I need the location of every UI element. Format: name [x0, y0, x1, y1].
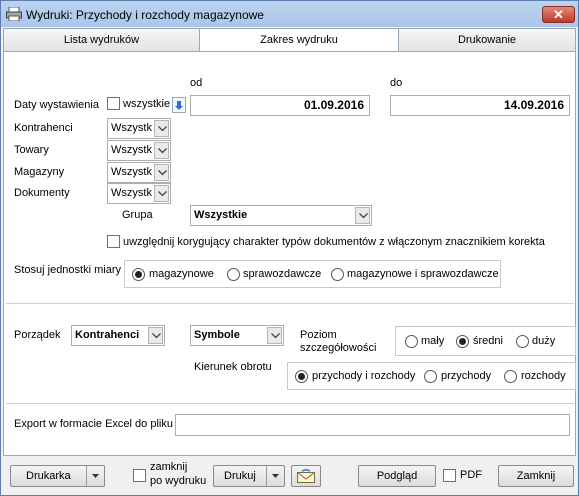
jednostki-label: Stosuj jednostki miary [14, 264, 121, 276]
dokumenty-value: Wszystk [111, 187, 152, 199]
kierunek-label: Kierunek obrotu [194, 361, 272, 373]
poziom-maly-label: mały [421, 335, 445, 347]
tab-zakres-wydruku[interactable]: Zakres wydruku [199, 28, 399, 53]
poziom-sredni-label: średni [473, 335, 503, 347]
close-button[interactable]: ✕ [542, 6, 575, 23]
zakres-panel: od do Daty wystawienia wszystkie 01.09.2… [3, 51, 576, 456]
grupa-select[interactable]: Wszystkie [190, 205, 372, 226]
porzadek-select[interactable]: Kontrahenci [71, 325, 165, 346]
date-to-header: do [390, 77, 403, 89]
jednostki-magazynowe-radio[interactable] [132, 268, 145, 281]
bottom-bar: Drukarka zamknij po wydruku Drukuj Podgl… [3, 458, 576, 495]
envelope-icon [297, 468, 315, 483]
towary-select[interactable]: Wszystk [107, 140, 171, 161]
title-bar: Wydruki: Przychody i rozchody magazynowe… [1, 1, 578, 27]
window-title: Wydruki: Przychody i rozchody magazynowe [26, 8, 264, 22]
date-to-field[interactable]: 14.09.2016 [390, 95, 570, 116]
magazyny-select[interactable]: Wszystk [107, 162, 171, 183]
porzadek-symbole-value: Symbole [194, 329, 240, 341]
tab-drukowanie[interactable]: Drukowanie [398, 28, 576, 52]
grupa-label: Grupa [122, 209, 153, 221]
zamknij-po-wydruku-checkbox[interactable] [133, 469, 146, 482]
separator [6, 403, 574, 404]
jednostki-sprawozdawcze-label: sprawozdawcze [243, 268, 322, 280]
dokumenty-label: Dokumenty [14, 187, 70, 199]
chevron-down-icon [355, 207, 370, 224]
drukarka-button[interactable]: Drukarka [10, 465, 105, 487]
poziom-sredni-radio[interactable] [456, 335, 469, 348]
arrow-down-icon [175, 101, 183, 110]
kontrahenci-value: Wszystk [111, 122, 152, 134]
poziom-maly-radio[interactable] [405, 335, 418, 348]
towary-value: Wszystk [111, 144, 152, 156]
printer-icon [6, 6, 22, 22]
dialog-window: Wydruki: Przychody i rozchody magazynowe… [0, 0, 579, 496]
korekta-label: uwzględnij korygujący charakter typów do… [123, 236, 545, 248]
jednostki-magazynowe-label: magazynowe [149, 268, 214, 280]
email-button[interactable] [291, 465, 321, 487]
date-from-field[interactable]: 01.09.2016 [190, 95, 370, 116]
caret-down-icon[interactable] [266, 466, 284, 486]
magazyny-label: Magazyny [14, 166, 65, 178]
caret-down-icon[interactable] [86, 466, 104, 486]
kierunek-oba-radio[interactable] [295, 370, 308, 383]
tab-strip: Lista wydruków Drukowanie Zakres wydruku [3, 28, 576, 53]
date-range-arrow-button[interactable] [172, 97, 186, 113]
drukuj-button[interactable]: Drukuj [213, 465, 285, 487]
zamknij-button[interactable]: Zamknij [498, 465, 574, 487]
chevron-down-icon [148, 327, 163, 344]
daty-label: Daty wystawienia [14, 99, 99, 111]
pdf-label: PDF [460, 469, 482, 481]
poziom-label-line2: szczegółowości [300, 342, 377, 354]
drukuj-label: Drukuj [224, 470, 256, 482]
porzadek-value: Kontrahenci [75, 329, 140, 341]
kierunek-rozchody-radio[interactable] [504, 370, 517, 383]
poziom-duzy-radio[interactable] [516, 335, 529, 348]
separator [6, 303, 574, 304]
export-label: Export w formacie Excel do pliku [14, 418, 173, 430]
zamknij-po-label-line2: po wydruku [150, 475, 207, 487]
grupa-value: Wszystkie [194, 209, 248, 221]
drukarka-label: Drukarka [26, 470, 71, 482]
porzadek-symbole-select[interactable]: Symbole [190, 325, 284, 346]
chevron-down-icon [154, 185, 169, 202]
jednostki-sprawozdawcze-radio[interactable] [227, 268, 240, 281]
towary-label: Towary [14, 144, 49, 156]
chevron-down-icon [154, 164, 169, 181]
jednostki-obie-radio[interactable] [331, 268, 344, 281]
kontrahenci-label: Kontrahenci [14, 122, 73, 134]
jednostki-group: magazynowe sprawozdawcze magazynowe i sp… [124, 260, 501, 288]
zamknij-po-label-line1: zamknij [150, 461, 188, 473]
poziom-duzy-label: duży [532, 335, 556, 347]
dokumenty-select[interactable]: Wszystk [107, 183, 171, 204]
tab-lista-wydrukow[interactable]: Lista wydruków [3, 28, 200, 52]
magazyny-value: Wszystk [111, 166, 152, 178]
kontrahenci-select[interactable]: Wszystk [107, 118, 171, 139]
kierunek-oba-label: przychody i rozchody [312, 370, 416, 382]
pdf-checkbox[interactable] [443, 469, 456, 482]
wszystkie-dates-label: wszystkie [123, 98, 171, 110]
kierunek-przychody-radio[interactable] [424, 370, 437, 383]
porzadek-label: Porządek [14, 329, 61, 341]
jednostki-obie-label: magazynowe i sprawozdawcze [347, 268, 499, 280]
poziom-group: mały średni duży [395, 326, 576, 356]
export-path-input[interactable] [175, 414, 570, 436]
kierunek-rozchody-label: rozchody [521, 370, 566, 382]
kierunek-przychody-label: przychody [441, 370, 492, 382]
chevron-down-icon [154, 142, 169, 159]
chevron-down-icon [267, 327, 282, 344]
wszystkie-dates-checkbox[interactable] [107, 97, 120, 110]
kierunek-group: przychody i rozchody przychody rozchody [287, 362, 576, 390]
poziom-label-line1: Poziom [300, 329, 337, 341]
podglad-button[interactable]: Podgląd [358, 465, 436, 487]
chevron-down-icon [154, 120, 169, 137]
korekta-checkbox[interactable] [107, 235, 120, 248]
date-from-header: od [190, 77, 203, 89]
